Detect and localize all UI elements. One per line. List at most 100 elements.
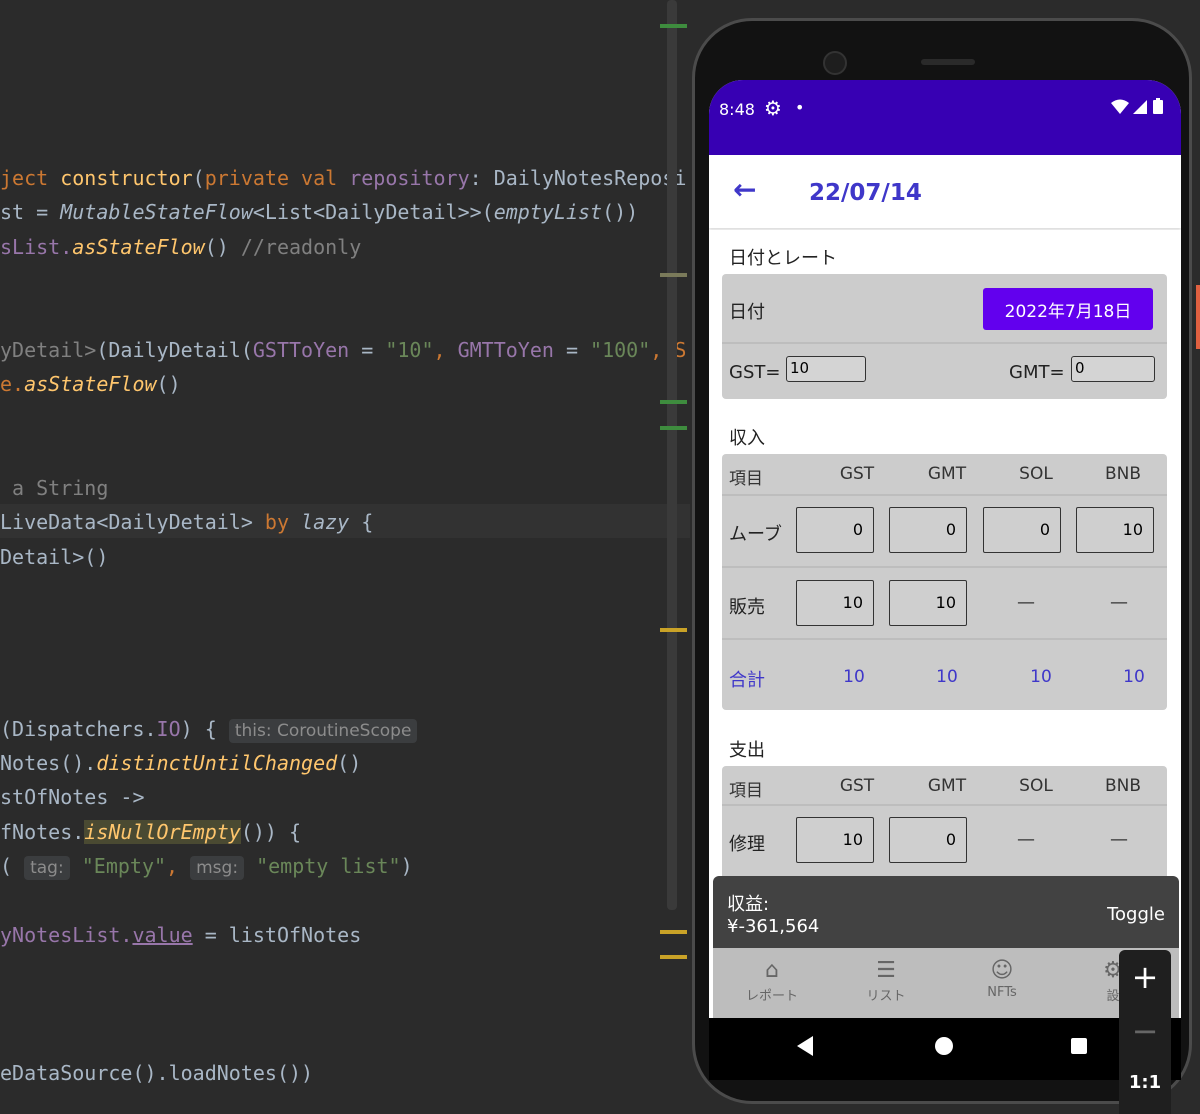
gutter-marker-yellow[interactable]	[660, 628, 687, 632]
repair-gmt-input[interactable]: 0	[889, 817, 967, 863]
sale-gmt-input[interactable]: 10	[889, 580, 967, 626]
total-sol: 10	[1030, 667, 1052, 687]
gst-rate-label: GST=	[729, 362, 781, 383]
code-token: distinctUntilChanged	[96, 751, 338, 775]
date-picker-button[interactable]: 2022年7月18日	[983, 288, 1153, 330]
code-token: private val	[204, 166, 350, 190]
system-recents-icon[interactable]	[1071, 1038, 1087, 1054]
nav-item-list[interactable]: ☰ リスト	[831, 958, 941, 1004]
toggle-button[interactable]: Toggle	[1107, 904, 1165, 925]
code-token: = listOfNotes	[192, 923, 362, 947]
col-header-gst: GST	[839, 776, 875, 796]
divider	[722, 804, 1167, 806]
code-token: ()	[156, 372, 181, 396]
emulator-side-tab[interactable]	[1196, 285, 1200, 349]
code-token: asStateFlow	[24, 372, 157, 396]
code-token: GSTToYen	[252, 338, 350, 362]
code-line[interactable]: fNotes.isNullOrEmpty()) {	[0, 819, 301, 845]
code-token: (	[192, 166, 205, 190]
total-gmt: 10	[936, 667, 958, 687]
code-token: {	[349, 510, 374, 534]
gutter-marker-green[interactable]	[660, 400, 687, 404]
code-line[interactable]: sList.asStateFlow() //readonly	[0, 234, 361, 260]
col-header-sol: SOL	[1019, 776, 1053, 796]
code-token: "Empty"	[69, 854, 167, 878]
gutter-marker-gray[interactable]	[660, 273, 687, 277]
code-token: : DailyNotesReposi	[469, 166, 687, 190]
back-arrow-icon[interactable]: ←	[733, 173, 756, 206]
gmt-rate-input[interactable]: 0	[1071, 356, 1155, 382]
sale-sol-empty: —	[1017, 592, 1035, 613]
phone-screen: 8:48 ⚙ • ← 22/07/14 日付とレート 日付 2022年7月18日…	[709, 80, 1181, 1080]
zoom-reset-button[interactable]: 1:1	[1119, 1072, 1171, 1093]
code-token: asStateFlow	[72, 235, 205, 259]
col-header-gst: GST	[839, 464, 875, 484]
code-token: emptyList	[493, 200, 603, 224]
sale-gst-input[interactable]: 10	[796, 580, 874, 626]
code-line[interactable]: yNotesList.value = listOfNotes	[0, 922, 361, 948]
repair-sol-empty: —	[1017, 829, 1035, 850]
code-editor[interactable]: ject constructor(private val repository:…	[0, 0, 690, 1114]
code-token: GMTToYen	[457, 338, 554, 362]
code-token: IO	[156, 717, 181, 741]
gutter-marker-green[interactable]	[660, 426, 687, 430]
code-line[interactable]: st = MutableStateFlow<List<DailyDetail>>…	[0, 199, 638, 225]
move-bnb-input[interactable]: 10	[1076, 507, 1154, 553]
inlay-hint: this: CoroutineScope	[228, 719, 418, 743]
zoom-in-button[interactable]: +	[1119, 958, 1171, 996]
code-line[interactable]: Detail>()	[0, 544, 108, 570]
move-gst-input[interactable]: 0	[796, 507, 874, 553]
code-token: fNotes.	[0, 820, 85, 844]
code-token: "10"	[385, 338, 434, 362]
code-token: ()	[337, 751, 362, 775]
zoom-out-button[interactable]: −	[1119, 1012, 1171, 1050]
code-token: ) {	[180, 717, 229, 741]
code-line[interactable]: eDataSource().loadNotes())	[0, 1060, 313, 1086]
code-token: ject	[0, 166, 61, 190]
gst-rate-input[interactable]: 10	[786, 356, 866, 382]
inlay-hint: tag:	[24, 856, 70, 880]
code-token: <List<DailyDetail>>(	[252, 200, 494, 224]
code-line[interactable]: ( tag: "Empty", msg: "empty list")	[0, 853, 413, 880]
code-line[interactable]: Notes().distinctUntilChanged()	[0, 750, 361, 776]
code-token: =	[553, 338, 591, 362]
nav-item-nfts[interactable]: ☺ NFTs	[947, 958, 1057, 1000]
code-line[interactable]: (Dispatchers.IO) { this: CoroutineScope	[0, 716, 418, 743]
page-title: 22/07/14	[809, 180, 922, 206]
code-token: Notes().	[0, 751, 97, 775]
section-title-income: 収入	[729, 428, 765, 449]
nav-item-report[interactable]: ⌂ レポート	[717, 958, 827, 1004]
code-token: st =	[0, 200, 61, 224]
move-sol-input[interactable]: 0	[983, 507, 1061, 553]
system-back-icon[interactable]	[797, 1036, 813, 1056]
code-line[interactable]: LiveData<DailyDetail> by lazy {	[0, 509, 373, 535]
date-label: 日付	[729, 302, 765, 323]
repair-bnb-empty: —	[1110, 829, 1128, 850]
app-bar: ← 22/07/14	[709, 155, 1181, 228]
col-header-bnb: BNB	[1104, 776, 1142, 796]
system-home-icon[interactable]	[935, 1037, 953, 1055]
code-token: MutableStateFlow	[60, 200, 253, 224]
code-token: by	[264, 510, 302, 534]
editor-scrollbar[interactable]	[667, 0, 677, 910]
col-header-item: 項目	[729, 781, 763, 801]
income-card: 項目 GST GMT SOL BNB ムーブ 0 0 0 10 販売 10 10…	[722, 454, 1167, 710]
profit-label: 収益:	[727, 894, 770, 915]
total-bnb: 10	[1123, 667, 1145, 687]
code-line[interactable]: stOfNotes ->	[0, 784, 145, 810]
code-line[interactable]: yDetail>(DailyDetail(GSTToYen = "10", GM…	[0, 337, 686, 363]
gutter-marker-yellow[interactable]	[660, 930, 687, 934]
code-line[interactable]: a String	[0, 475, 108, 501]
code-line[interactable]: e.asStateFlow()	[0, 371, 181, 397]
code-token: value	[132, 923, 193, 947]
code-token: eDataSource().loadNotes())	[0, 1061, 314, 1085]
gear-icon: ⚙	[764, 96, 782, 120]
move-gmt-input[interactable]: 0	[889, 507, 967, 553]
divider	[722, 638, 1167, 640]
gutter-marker-green[interactable]	[660, 24, 687, 28]
gutter-marker-yellow[interactable]	[660, 955, 687, 959]
repair-gst-input[interactable]: 10	[796, 817, 874, 863]
code-line[interactable]: ject constructor(private val repository:…	[0, 165, 686, 191]
section-title-date-rate: 日付とレート	[729, 248, 837, 269]
camera-icon	[823, 51, 847, 75]
